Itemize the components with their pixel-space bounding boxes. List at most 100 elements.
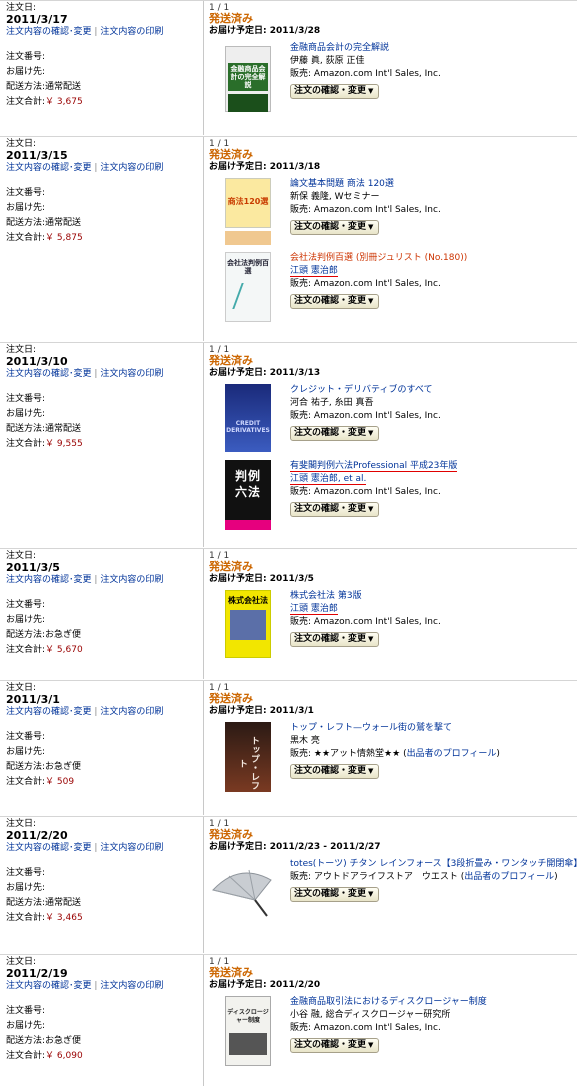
product-author: 河合 祐子, 糸田 真吾 xyxy=(290,398,374,408)
delivery-date: 2011/3/28 xyxy=(269,26,321,36)
ship-to-label: お届け先: xyxy=(6,409,46,419)
seller-label: 販売: xyxy=(290,1023,312,1033)
order-total-label: 注文合計: xyxy=(6,439,46,449)
item-count: 1 / 1 xyxy=(209,957,230,967)
ship-method-label: 配送方法: xyxy=(6,218,46,228)
seller-label: 販売: xyxy=(290,749,312,759)
link-separator: | xyxy=(94,843,98,853)
order-block: 注文日: 2011/3/5 注文内容の確認･変更 | 注文内容の印刷 注文番号:… xyxy=(0,548,577,679)
order-item: 会社法判例百選 会社法判例百選 (別冊ジュリスト (No.180)) 江頭 憲治… xyxy=(209,252,577,322)
product-title-link[interactable]: クレジット・デリバティブのすべて xyxy=(290,384,577,397)
print-order-link[interactable]: 注文内容の印刷 xyxy=(100,27,163,37)
cover-text: CREDIT DERIVATIVES xyxy=(226,420,270,434)
print-order-link[interactable]: 注文内容の印刷 xyxy=(100,163,163,173)
product-title-link[interactable]: 金融商品会計の完全解説 xyxy=(290,42,577,55)
item-count: 1 / 1 xyxy=(209,683,230,693)
product-author: 伊藤 眞, 荻原 正佳 xyxy=(290,56,365,66)
print-order-link[interactable]: 注文内容の印刷 xyxy=(100,369,163,379)
button-label: 注文の確認・変更 xyxy=(294,766,367,776)
order-item: 判例六法 有斐閣判例六法Professional 平成23年版 江頭 憲治郎, … xyxy=(209,460,577,530)
product-title-link[interactable]: トップ・レフト—ウォール街の鷲を撃て xyxy=(290,722,577,735)
ship-method: お急ぎ便 xyxy=(45,630,82,640)
seller-label: 販売: xyxy=(290,69,312,79)
product-thumbnail[interactable]: 金融商品会計の完全解説 xyxy=(225,46,271,112)
product-author-link[interactable]: 江頭 憲治郎, et al. xyxy=(290,474,367,485)
order-date: 2011/2/20 xyxy=(6,829,68,842)
shipment-status: 発送済み xyxy=(209,828,253,841)
delivery-date: 2011/3/13 xyxy=(269,368,321,378)
product-title-link[interactable]: 有斐閣判例六法Professional 平成23年版 xyxy=(290,460,577,473)
order-number-label: 注文番号: xyxy=(6,52,46,62)
product-thumbnail[interactable]: 株式会社法 xyxy=(225,590,271,658)
shipment-status: 発送済み xyxy=(209,560,253,573)
print-order-link[interactable]: 注文内容の印刷 xyxy=(100,707,163,717)
seller-name: Amazon.com Int'l Sales, Inc. xyxy=(313,69,441,79)
button-label: 注文の確認・変更 xyxy=(294,889,367,899)
order-action-button[interactable]: 注文の確認・変更 ▼ xyxy=(290,764,380,779)
product-title-link[interactable]: 金融商品取引法におけるディスクロージャー制度 xyxy=(290,996,577,1009)
chevron-down-icon: ▼ xyxy=(368,890,374,898)
confirm-order-link[interactable]: 注文内容の確認･変更 xyxy=(6,27,92,37)
button-label: 注文の確認・変更 xyxy=(294,86,367,96)
confirm-order-link[interactable]: 注文内容の確認･変更 xyxy=(6,707,92,717)
product-author-link[interactable]: 江頭 憲治郎 xyxy=(290,266,338,277)
seller-profile-link[interactable]: 出品者のプロフィール xyxy=(464,872,554,882)
order-block: 注文日: 2011/2/20 注文内容の確認･変更 | 注文内容の印刷 注文番号… xyxy=(0,816,577,953)
print-order-link[interactable]: 注文内容の印刷 xyxy=(100,575,163,585)
order-total: ￥ 6,090 xyxy=(45,1051,83,1061)
order-action-button[interactable]: 注文の確認・変更 ▼ xyxy=(290,502,380,517)
order-action-button[interactable]: 注文の確認・変更 ▼ xyxy=(290,220,380,235)
ship-to-label: お届け先: xyxy=(6,615,46,625)
confirm-order-link[interactable]: 注文内容の確認･変更 xyxy=(6,981,92,991)
seller-label: 販売: xyxy=(290,487,312,497)
product-title-link[interactable]: totes(トーツ) チタン レインフォース【3段折畳み・ワンタッチ開閉傘】 xyxy=(290,858,577,871)
product-title-link[interactable]: 会社法判例百選 (別冊ジュリスト (No.180)) xyxy=(290,252,577,265)
order-action-button[interactable]: 注文の確認・変更 ▼ xyxy=(290,632,380,647)
print-order-link[interactable]: 注文内容の印刷 xyxy=(100,981,163,991)
cover-text: トップ・レフト xyxy=(237,736,259,790)
umbrella-thumbnail[interactable] xyxy=(209,860,275,926)
cover-text: 判例六法 xyxy=(234,469,261,499)
confirm-order-link[interactable]: 注文内容の確認･変更 xyxy=(6,843,92,853)
product-thumbnail[interactable]: CREDIT DERIVATIVES xyxy=(225,384,271,452)
product-author-link[interactable]: 江頭 憲治郎 xyxy=(290,604,338,615)
order-number-label: 注文番号: xyxy=(6,188,46,198)
umbrella-icon xyxy=(212,869,272,917)
chevron-down-icon: ▼ xyxy=(368,767,374,775)
product-title-link[interactable]: 株式会社法 第3版 xyxy=(290,590,577,603)
column-divider xyxy=(203,955,204,1086)
confirm-order-link[interactable]: 注文内容の確認･変更 xyxy=(6,369,92,379)
column-divider xyxy=(203,549,204,679)
order-total-label: 注文合計: xyxy=(6,777,46,787)
confirm-order-link[interactable]: 注文内容の確認･変更 xyxy=(6,163,92,173)
product-thumbnail[interactable]: トップ・レフト xyxy=(225,722,271,792)
order-item: CREDIT DERIVATIVES クレジット・デリバティブのすべて 河合 祐… xyxy=(209,384,577,454)
order-action-button[interactable]: 注文の確認・変更 ▼ xyxy=(290,887,380,902)
order-total-label: 注文合計: xyxy=(6,913,46,923)
delivery-date: 2011/2/20 xyxy=(269,980,321,990)
confirm-order-link[interactable]: 注文内容の確認･変更 xyxy=(6,575,92,585)
product-thumbnail[interactable]: 会社法判例百選 xyxy=(225,252,271,322)
order-date: 2011/3/10 xyxy=(6,355,68,368)
product-thumbnail[interactable]: 商法120選 xyxy=(225,178,271,246)
delivery-date: 2011/3/18 xyxy=(269,162,321,172)
chevron-down-icon: ▼ xyxy=(368,1041,374,1049)
print-order-link[interactable]: 注文内容の印刷 xyxy=(100,843,163,853)
product-thumbnail[interactable]: 判例六法 xyxy=(225,460,271,530)
column-divider xyxy=(203,1,204,135)
product-thumbnail[interactable]: ディスクロージャー制度 xyxy=(225,996,271,1066)
order-date: 2011/3/17 xyxy=(6,13,68,26)
product-title-link[interactable]: 論文基本問題 商法 120選 xyxy=(290,178,577,191)
order-action-button[interactable]: 注文の確認・変更 ▼ xyxy=(290,1038,380,1053)
order-number-label: 注文番号: xyxy=(6,600,46,610)
seller-profile-link[interactable]: 出品者のプロフィール xyxy=(407,749,497,759)
delivery-label: お届け予定日: xyxy=(209,368,267,378)
order-action-button[interactable]: 注文の確認・変更 ▼ xyxy=(290,84,380,99)
chevron-down-icon: ▼ xyxy=(368,635,374,643)
ship-to-label: お届け先: xyxy=(6,67,46,77)
order-item: 株式会社法 株式会社法 第3版 江頭 憲治郎 販売: Amazon.com In… xyxy=(209,590,577,660)
order-action-button[interactable]: 注文の確認・変更 ▼ xyxy=(290,294,380,309)
delivery-label: お届け予定日: xyxy=(209,842,267,852)
order-number-label: 注文番号: xyxy=(6,868,46,878)
order-action-button[interactable]: 注文の確認・変更 ▼ xyxy=(290,426,380,441)
